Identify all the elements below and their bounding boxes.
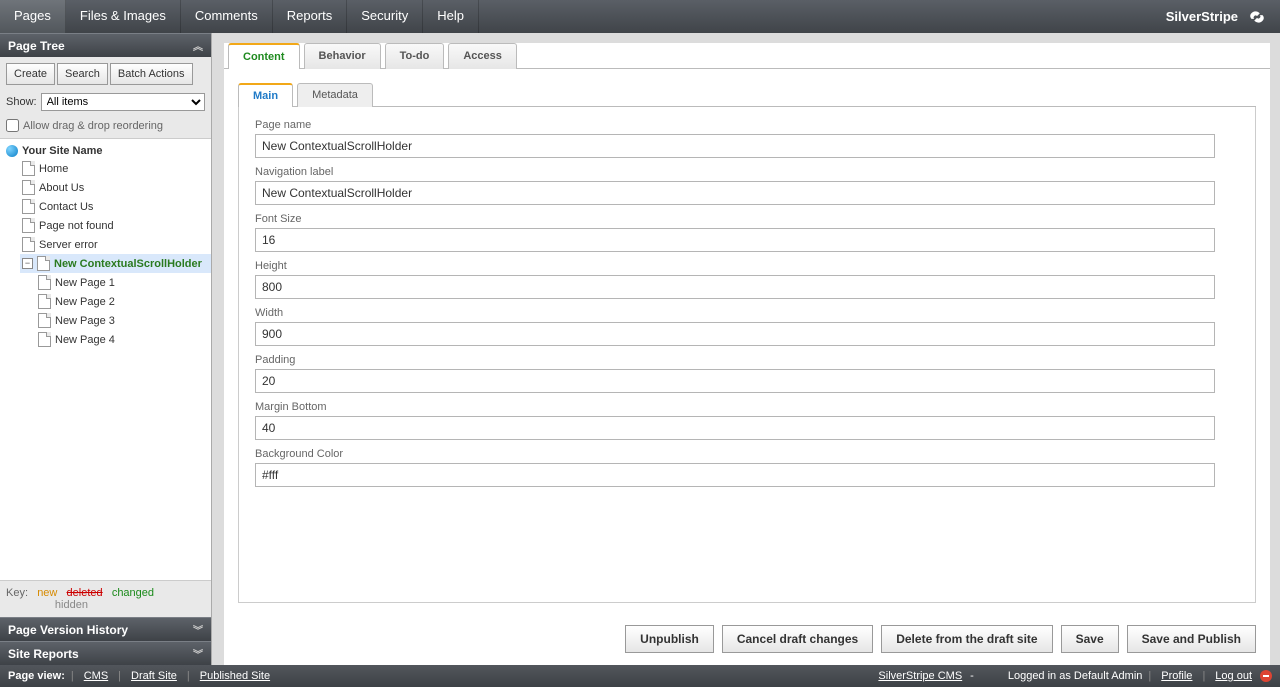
page-icon — [22, 218, 35, 233]
brand-label: SilverStripe — [1154, 0, 1280, 33]
tab-content[interactable]: Content — [228, 43, 300, 69]
status-bar: Page view: | CMS | Draft Site | Publishe… — [0, 665, 1280, 687]
label-page-name: Page name — [255, 119, 1239, 131]
input-font-size[interactable] — [255, 228, 1215, 252]
link-draft-site[interactable]: Draft Site — [131, 670, 177, 682]
batch-actions-button[interactable]: Batch Actions — [110, 63, 193, 85]
tree-node-home[interactable]: Home — [20, 159, 211, 178]
page-icon — [38, 275, 51, 290]
allow-reorder-label: Allow drag & drop reordering — [23, 120, 163, 132]
menu-comments[interactable]: Comments — [181, 0, 273, 33]
inner-tab-main[interactable]: Main — [238, 83, 293, 107]
label-nav-label: Navigation label — [255, 166, 1239, 178]
tree-root[interactable]: Your Site Name — [4, 143, 211, 159]
link-product[interactable]: SilverStripe CMS — [878, 670, 962, 682]
collapse-icon: ︽ — [193, 38, 203, 53]
link-profile[interactable]: Profile — [1161, 670, 1192, 682]
label-height: Height — [255, 260, 1239, 272]
show-label: Show: — [6, 96, 37, 108]
search-button[interactable]: Search — [57, 63, 108, 85]
panel-site-reports-title[interactable]: Site Reports ︾ — [0, 641, 211, 665]
page-view-label: Page view: — [8, 670, 65, 682]
menu-reports[interactable]: Reports — [273, 0, 348, 33]
create-button[interactable]: Create — [6, 63, 55, 85]
dash: - — [970, 670, 974, 682]
menu-help[interactable]: Help — [423, 0, 479, 33]
content-area: Content Behavior To-do Access Main Metad… — [224, 43, 1270, 665]
inner-tab-metadata[interactable]: Metadata — [297, 83, 373, 107]
tab-access[interactable]: Access — [448, 43, 517, 69]
label-bg-color: Background Color — [255, 448, 1239, 460]
input-margin-bottom[interactable] — [255, 416, 1215, 440]
input-page-name[interactable] — [255, 134, 1215, 158]
panel-version-history-title[interactable]: Page Version History ︾ — [0, 617, 211, 641]
page-icon — [37, 256, 50, 271]
input-height[interactable] — [255, 275, 1215, 299]
edit-form: Page name Navigation label Font Size Hei… — [238, 107, 1256, 603]
logged-in-label: Logged in as Default Admin — [1008, 670, 1143, 682]
label-padding: Padding — [255, 354, 1239, 366]
page-icon — [22, 161, 35, 176]
sidebar: Page Tree ︽ Create Search Batch Actions … — [0, 33, 212, 665]
main-tabset: Content Behavior To-do Access — [224, 43, 1270, 69]
tree-node-about[interactable]: About Us — [20, 178, 211, 197]
page-icon — [22, 237, 35, 252]
tree-node-selected[interactable]: − New ContextualScrollHolder — [20, 254, 211, 273]
cancel-draft-button[interactable]: Cancel draft changes — [722, 625, 873, 653]
save-button[interactable]: Save — [1061, 625, 1119, 653]
page-icon — [38, 332, 51, 347]
inner-tabset: Main Metadata — [238, 83, 1256, 107]
label-margin-bottom: Margin Bottom — [255, 401, 1239, 413]
delete-draft-button[interactable]: Delete from the draft site — [881, 625, 1052, 653]
tree-node-child[interactable]: New Page 1 — [36, 273, 211, 292]
globe-icon — [6, 145, 18, 157]
allow-reorder-checkbox[interactable] — [6, 119, 19, 132]
tab-behavior[interactable]: Behavior — [304, 43, 381, 69]
label-width: Width — [255, 307, 1239, 319]
input-padding[interactable] — [255, 369, 1215, 393]
tree-node-child[interactable]: New Page 2 — [36, 292, 211, 311]
tree-node-500[interactable]: Server error — [20, 235, 211, 254]
input-nav-label[interactable] — [255, 181, 1215, 205]
show-select[interactable]: All items — [41, 93, 205, 111]
tree-key: Key: new deleted changed hidden — [0, 581, 211, 617]
label-font-size: Font Size — [255, 213, 1239, 225]
menu-security[interactable]: Security — [347, 0, 423, 33]
unpublish-button[interactable]: Unpublish — [625, 625, 714, 653]
page-icon — [38, 294, 51, 309]
link-cms[interactable]: CMS — [84, 670, 108, 682]
input-bg-color[interactable] — [255, 463, 1215, 487]
silverstripe-logo-icon — [1246, 6, 1268, 28]
page-icon — [22, 199, 35, 214]
page-tree: Your Site Name Home About Us Contact Us … — [0, 138, 211, 581]
tree-node-child[interactable]: New Page 4 — [36, 330, 211, 349]
menu-pages[interactable]: Pages — [0, 0, 66, 33]
tab-todo[interactable]: To-do — [385, 43, 445, 69]
tree-node-404[interactable]: Page not found — [20, 216, 211, 235]
panel-page-tree-title[interactable]: Page Tree ︽ — [0, 33, 211, 57]
save-publish-button[interactable]: Save and Publish — [1127, 625, 1256, 653]
top-menu: Pages Files & Images Comments Reports Se… — [0, 0, 1280, 33]
expand-icon: ︾ — [193, 622, 203, 637]
page-icon — [22, 180, 35, 195]
link-logout[interactable]: Log out — [1215, 670, 1252, 682]
tree-toggle-icon[interactable]: − — [22, 258, 33, 269]
logout-icon — [1260, 670, 1272, 682]
menu-files-images[interactable]: Files & Images — [66, 0, 181, 33]
tree-node-child[interactable]: New Page 3 — [36, 311, 211, 330]
input-width[interactable] — [255, 322, 1215, 346]
expand-icon: ︾ — [193, 646, 203, 661]
action-bar: Unpublish Cancel draft changes Delete fr… — [224, 617, 1270, 665]
tree-node-contact[interactable]: Contact Us — [20, 197, 211, 216]
link-published-site[interactable]: Published Site — [200, 670, 270, 682]
page-icon — [38, 313, 51, 328]
